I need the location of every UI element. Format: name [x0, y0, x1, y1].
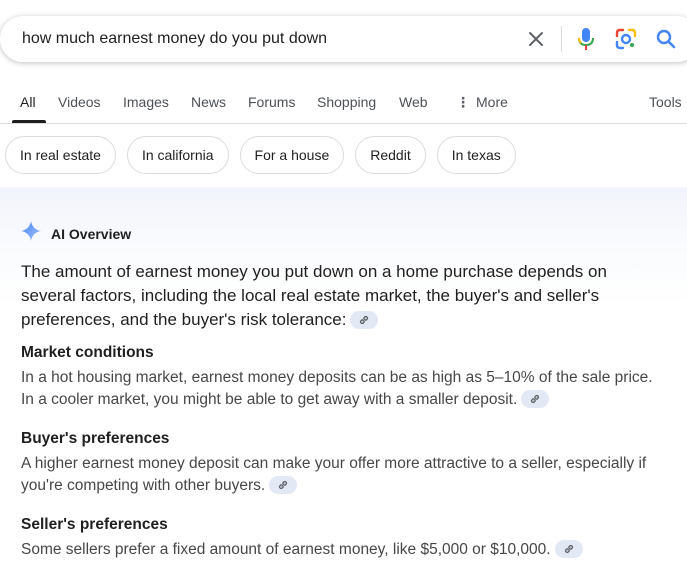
lens-camera-icon[interactable] [614, 27, 638, 51]
section-body-market-conditions: In a hot housing market, earnest money d… [21, 367, 661, 411]
tab-more-label: More [476, 94, 508, 110]
tab-news[interactable]: News [191, 94, 226, 110]
tab-more[interactable]: ⋮ More [456, 94, 508, 111]
ai-overview-lead: The amount of earnest money you put down… [21, 260, 661, 332]
link-icon [531, 394, 540, 403]
sparkle-icon [21, 221, 41, 246]
section-body-sellers-preferences: Some sellers prefer a fixed amount of ea… [21, 539, 661, 561]
ai-overview-title: AI Overview [51, 225, 132, 242]
search-actions [524, 26, 678, 52]
more-vert-icon: ⋮ [456, 94, 470, 110]
tab-forums[interactable]: Forums [248, 94, 295, 110]
ai-overview-lead-text: The amount of earnest money you put down… [21, 262, 607, 329]
refinement-chips: In real estate In california For a house… [5, 136, 516, 174]
tab-all[interactable]: All [20, 94, 36, 110]
section-title-buyers-preferences: Buyer's preferences [21, 430, 170, 447]
search-tabs: All Videos Images News Forums Shopping W… [0, 92, 687, 124]
tab-tools[interactable]: Tools [649, 94, 682, 110]
citation-link-button[interactable] [269, 475, 298, 494]
search-icon[interactable] [654, 27, 678, 51]
chip-in-texas[interactable]: In texas [436, 136, 516, 174]
section-body-text: A higher earnest money deposit can make … [21, 455, 647, 494]
tab-shopping[interactable]: Shopping [317, 94, 376, 110]
citation-link-button[interactable] [554, 539, 583, 558]
search-bar[interactable]: how much earnest money do you put down [0, 16, 687, 62]
chip-for-a-house[interactable]: For a house [239, 136, 345, 174]
close-icon[interactable] [524, 27, 548, 51]
chip-in-california[interactable]: In california [126, 136, 229, 174]
link-icon [360, 315, 369, 324]
link-icon [564, 544, 573, 553]
link-icon [279, 480, 288, 489]
search-divider [561, 26, 562, 52]
section-body-text: In a hot housing market, earnest money d… [21, 369, 653, 408]
tab-web[interactable]: Web [399, 94, 428, 110]
citation-link-button[interactable] [521, 389, 550, 408]
ai-overview-panel: AI Overview The amount of earnest money … [0, 187, 687, 575]
section-title-sellers-preferences: Seller's preferences [21, 516, 168, 533]
ai-overview-header: AI Overview [21, 221, 131, 246]
search-input[interactable]: how much earnest money do you put down [22, 30, 327, 48]
tab-videos[interactable]: Videos [58, 94, 101, 110]
section-body-text: Some sellers prefer a fixed amount of ea… [21, 541, 551, 558]
chip-in-real-estate[interactable]: In real estate [5, 136, 116, 174]
tab-images[interactable]: Images [123, 94, 169, 110]
microphone-icon[interactable] [574, 27, 598, 51]
citation-link-button[interactable] [350, 310, 379, 329]
section-body-buyers-preferences: A higher earnest money deposit can make … [21, 453, 661, 497]
chip-reddit[interactable]: Reddit [355, 136, 426, 174]
tabs-divider [0, 123, 687, 124]
section-title-market-conditions: Market conditions [21, 344, 154, 361]
